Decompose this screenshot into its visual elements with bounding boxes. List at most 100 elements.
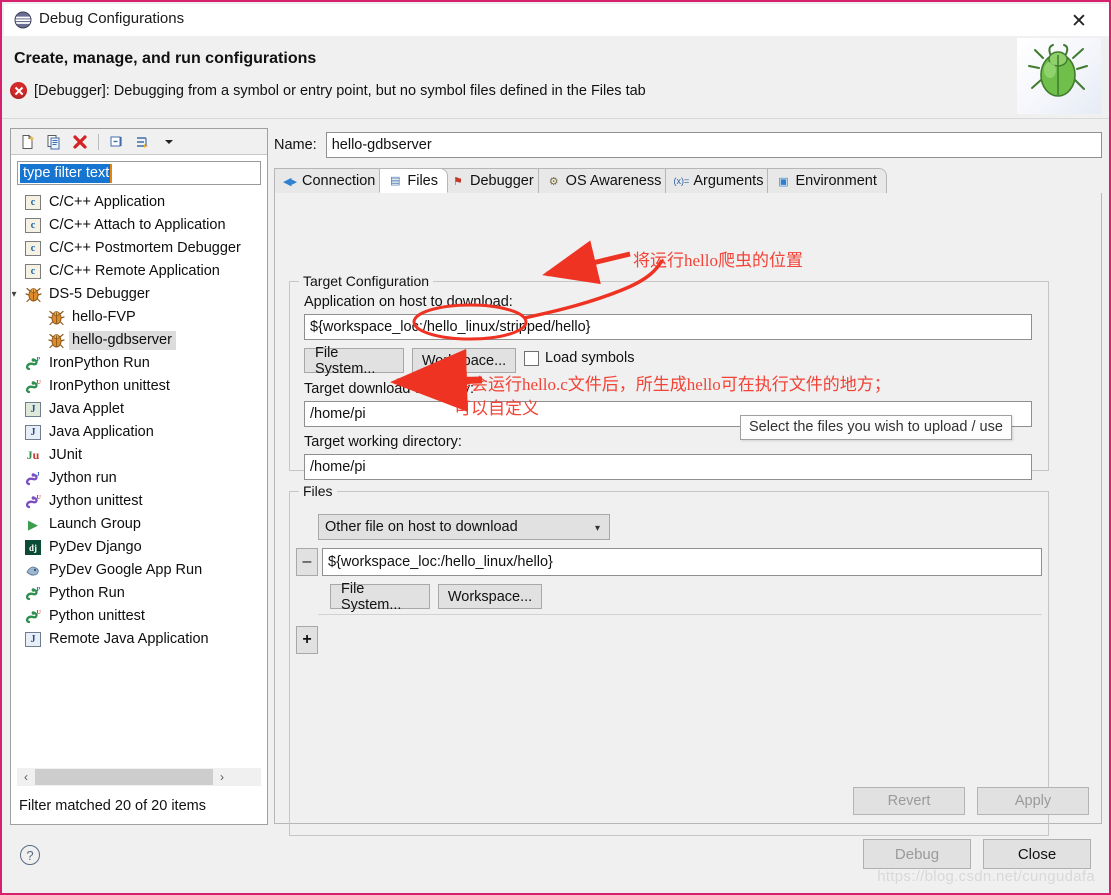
configurations-tree[interactable]: c C/C++ Application c C/C++ Attach to Appli…: [12, 191, 266, 779]
close-button[interactable]: Close: [983, 839, 1091, 869]
apply-revert-row: Revert Apply: [853, 787, 1089, 815]
tree-item-jython-unittest[interactable]: U Jython unittest: [12, 490, 266, 513]
google-app-icon: [23, 561, 43, 581]
add-file-button[interactable]: +: [296, 626, 318, 654]
load-symbols-checkbox-box[interactable]: [524, 350, 539, 366]
help-icon[interactable]: ?: [20, 845, 40, 865]
apply-button[interactable]: Apply: [977, 787, 1089, 815]
tree-item-ironpython-run[interactable]: P IronPython Run: [12, 352, 266, 375]
name-label: Name:: [274, 137, 317, 153]
tree-item-jython-run[interactable]: J Jython run: [12, 467, 266, 490]
tree-item-python-unittest[interactable]: U Python unittest: [12, 605, 266, 628]
tree-item-label: Python unittest: [49, 608, 145, 624]
tree-item-c-c-attach-to-application[interactable]: c C/C++ Attach to Application: [12, 214, 266, 237]
tree-item-label: Java Application: [49, 424, 154, 440]
files-file-system-button[interactable]: File System...: [330, 581, 430, 613]
remove-file-button[interactable]: –: [296, 548, 318, 576]
configurations-tree-panel: type filter text c C/C++ Application c C/C+…: [10, 128, 268, 825]
svg-text:P: P: [36, 357, 40, 363]
target-working-directory-input[interactable]: [304, 454, 1032, 480]
revert-button[interactable]: Revert: [853, 787, 965, 815]
filter-icon[interactable]: [131, 131, 155, 153]
debug-configurations-dialog: Debug Configurations ✕ Create, manage, a…: [0, 0, 1111, 895]
tab-connection[interactable]: ◀▸ Connection: [274, 168, 386, 193]
tree-item-label: IronPython Run: [49, 355, 150, 371]
c-config-icon: c: [23, 239, 43, 259]
chevron-down-icon: ▾: [594, 523, 600, 534]
scroll-left-arrow[interactable]: ‹: [17, 768, 35, 786]
tab-label: Connection: [302, 173, 376, 189]
tree-item-hello-fvp[interactable]: hello-FVP: [12, 306, 266, 329]
tree-item-c-c-application[interactable]: c C/C++ Application: [12, 191, 266, 214]
application-host-input[interactable]: [304, 314, 1032, 340]
chevron-down-icon[interactable]: ▾: [12, 283, 22, 306]
c-config-icon: c: [23, 262, 43, 282]
filter-status-text: Filter matched 20 of 20 items: [19, 798, 206, 814]
tree-item-pydev-django[interactable]: dj PyDev Django: [12, 536, 266, 559]
tree-item-label: C/C++ Remote Application: [49, 263, 220, 279]
tree-item-label: C/C++ Application: [49, 194, 166, 210]
arguments-icon: (x)=: [673, 176, 690, 186]
debugger-icon: ⚑: [453, 175, 463, 188]
tree-item-ds-5-debugger[interactable]: ▾ DS-5 Debugger: [12, 283, 266, 306]
app-file-system-button[interactable]: File System...: [304, 345, 404, 377]
configuration-name-input[interactable]: [325, 132, 1102, 158]
tree-item-label: PyDev Django: [49, 539, 142, 555]
file-type-dropdown[interactable]: Other file on host to download ▾: [318, 514, 610, 540]
tree-item-c-c-postmortem-debugger[interactable]: c C/C++ Postmortem Debugger: [12, 237, 266, 260]
tab-label: Arguments: [693, 173, 764, 189]
python-run-icon: P: [23, 354, 43, 374]
tree-item-junit[interactable]: Ju JUnit: [12, 444, 266, 467]
load-symbols-checkbox[interactable]: Load symbols: [524, 350, 634, 366]
tree-item-label: Jython unittest: [49, 493, 143, 509]
tree-item-pydev-google-app-run[interactable]: PyDev Google App Run: [12, 559, 266, 582]
tree-item-remote-java-application[interactable]: J Remote Java Application: [12, 628, 266, 651]
scroll-thumb[interactable]: [35, 769, 213, 785]
bug-icon: [46, 331, 66, 351]
tree-item-c-c-remote-application[interactable]: c C/C++ Remote Application: [12, 260, 266, 283]
connection-icon: ◀▸: [283, 175, 297, 188]
tree-item-launch-group[interactable]: ▶ Launch Group: [12, 513, 266, 536]
files-icon: ▤: [390, 175, 401, 187]
tree-item-ironpython-unittest[interactable]: U IronPython unittest: [12, 375, 266, 398]
files-workspace-button[interactable]: Workspace...: [438, 584, 542, 609]
duplicate-configuration-icon[interactable]: [42, 131, 66, 153]
new-configuration-icon[interactable]: [16, 131, 40, 153]
tree-item-hello-gdbserver[interactable]: hello-gdbserver: [12, 329, 266, 352]
file-path-input[interactable]: [322, 548, 1042, 576]
window-close-button[interactable]: ✕: [1059, 8, 1099, 34]
collapse-all-icon[interactable]: [105, 131, 129, 153]
tree-item-java-applet[interactable]: J Java Applet: [12, 398, 266, 421]
tree-item-java-application[interactable]: J Java Application: [12, 421, 266, 444]
tab-arguments[interactable]: (x)= Arguments: [665, 168, 774, 193]
scroll-right-arrow[interactable]: ›: [213, 768, 231, 786]
tab-os-awareness[interactable]: ⚙ OS Awareness: [537, 168, 672, 193]
tab-files[interactable]: ▤ Files: [379, 168, 448, 193]
delete-configuration-icon[interactable]: [68, 131, 92, 153]
load-symbols-label: Load symbols: [545, 350, 635, 366]
tree-item-label: IronPython unittest: [49, 378, 170, 394]
tab-environment[interactable]: ▣ Environment: [767, 168, 887, 193]
filter-input[interactable]: type filter text: [17, 161, 261, 185]
files-tooltip: Select the files you wish to upload / us…: [740, 415, 1012, 440]
toolbar-divider: [98, 133, 99, 150]
tab-label: Debugger: [469, 173, 534, 189]
svg-text:U: U: [36, 495, 41, 501]
os-awareness-icon: ⚙: [548, 175, 559, 188]
tree-item-label: Remote Java Application: [49, 631, 209, 647]
tree-item-python-run[interactable]: P Python Run: [12, 582, 266, 605]
tree-item-label: PyDev Google App Run: [49, 562, 203, 578]
filter-input-value: type filter text: [20, 163, 113, 183]
view-menu-icon[interactable]: [157, 131, 181, 153]
tab-label: OS Awareness: [565, 173, 662, 189]
annotation-text-2: 等会运行hello.c文件后，所生成hello可在执行文件的地方；: [454, 375, 891, 394]
tab-debugger[interactable]: ⚑ Debugger: [441, 168, 544, 193]
target-configuration-group-label: Target Configuration: [299, 273, 434, 289]
tree-horizontal-scrollbar[interactable]: ‹ ›: [17, 768, 261, 786]
debug-button[interactable]: Debug: [863, 839, 971, 869]
